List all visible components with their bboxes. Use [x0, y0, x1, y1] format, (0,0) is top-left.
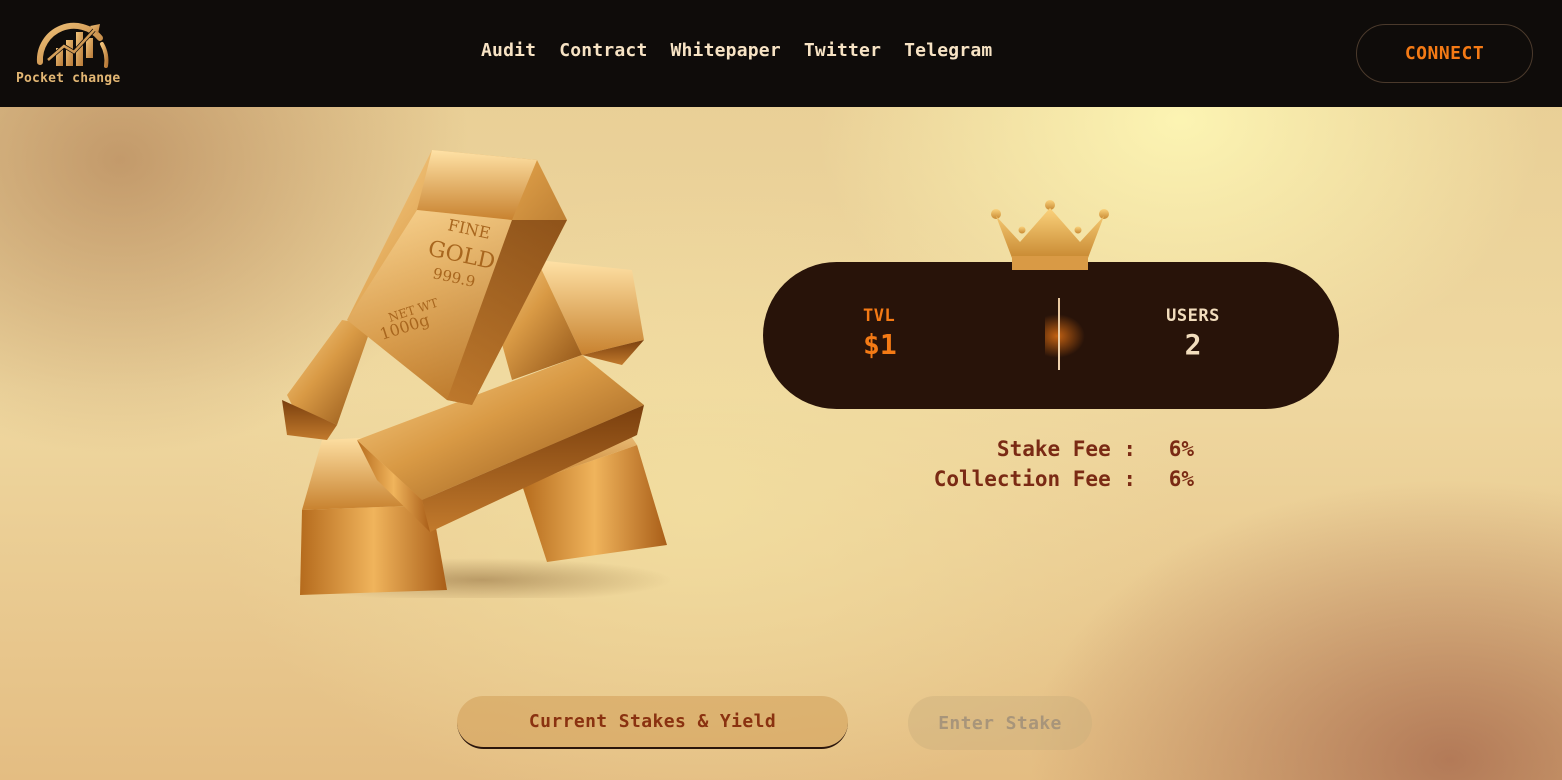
nav-contract[interactable]: Contract: [559, 40, 647, 61]
nav-telegram[interactable]: Telegram: [904, 40, 992, 61]
logo-text: Pocket change: [16, 71, 121, 86]
nav-whitepaper[interactable]: Whitepaper: [670, 40, 780, 61]
collection-fee-row: Collection Fee : 6%: [890, 464, 1210, 494]
stats-divider: [1058, 298, 1060, 370]
stake-fee-row: Stake Fee : 6%: [890, 434, 1210, 464]
crown-icon: [991, 200, 1109, 270]
nav-twitter[interactable]: Twitter: [804, 40, 881, 61]
connect-button[interactable]: CONNECT: [1356, 24, 1533, 83]
users-label: USERS: [1166, 306, 1220, 326]
stake-fee-value: 6%: [1168, 437, 1194, 461]
users-value: 2: [1184, 328, 1202, 361]
collection-fee-label: Collection Fee :: [933, 467, 1136, 491]
tvl-value: $1: [863, 328, 897, 361]
chart-arch-logo-icon: [36, 22, 109, 68]
tvl-label: TVL: [863, 306, 896, 326]
gold-bars-image: FINE GOLD 999.9 NET WT 1000g: [282, 150, 672, 598]
divider-glow: [1045, 314, 1085, 358]
top-header: Pocket change Audit Contract Whitepaper …: [0, 0, 1562, 107]
logo[interactable]: Pocket change: [14, 14, 134, 92]
stats-panel: TVL $1 USERS 2: [763, 262, 1339, 409]
tab-enter-stake[interactable]: Enter Stake: [908, 696, 1092, 750]
tvl-stat: TVL $1: [863, 306, 943, 361]
main-nav: Audit Contract Whitepaper Twitter Telegr…: [481, 40, 992, 61]
users-stat: USERS 2: [1148, 306, 1238, 361]
collection-fee-value: 6%: [1168, 467, 1194, 491]
nav-audit[interactable]: Audit: [481, 40, 536, 61]
fees-info: Stake Fee : 6% Collection Fee : 6%: [890, 434, 1210, 494]
tab-current-stakes[interactable]: Current Stakes & Yield: [457, 696, 848, 749]
stake-fee-label: Stake Fee :: [996, 437, 1136, 461]
